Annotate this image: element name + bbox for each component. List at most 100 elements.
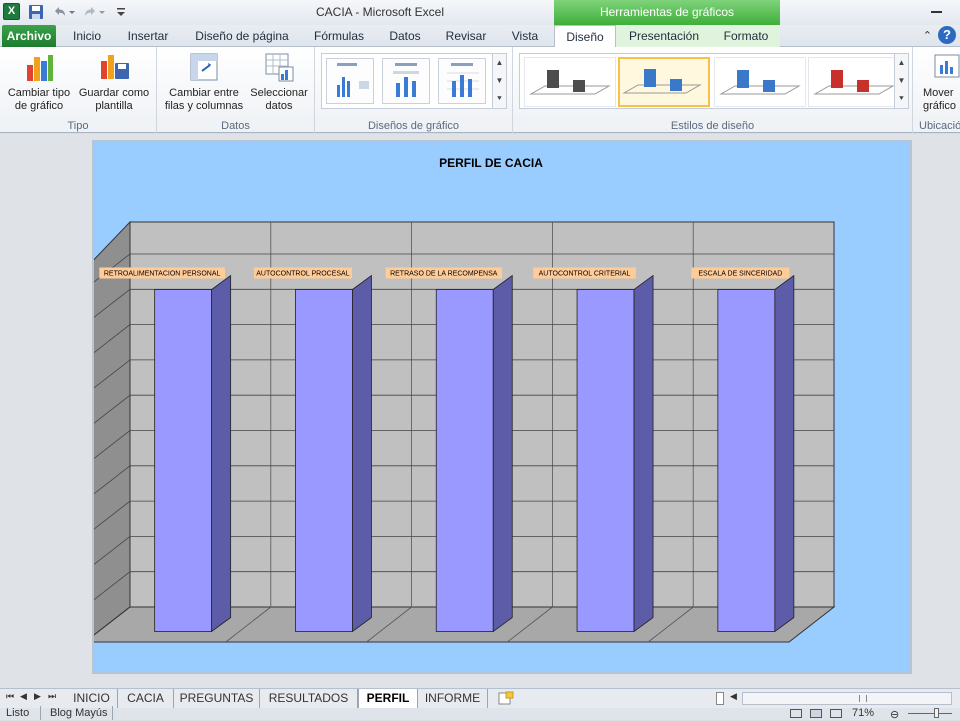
save-icon[interactable]	[28, 4, 44, 20]
group-datos: Cambiar entre filas y columnas Seleccion…	[157, 47, 315, 133]
tab-archivo[interactable]: Archivo	[2, 25, 56, 47]
redo-icon[interactable]	[82, 4, 98, 20]
collapse-ribbon-icon[interactable]: ⌃	[923, 29, 932, 42]
sheet-tab-informe[interactable]: INFORME	[418, 689, 488, 708]
scroll-left-icon[interactable]: ◀	[730, 691, 737, 702]
next-sheet-icon[interactable]: ▶	[34, 691, 41, 702]
switch-row-column-button[interactable]: Cambiar entre filas y columnas	[161, 51, 247, 113]
sheet-tab-resultados[interactable]: RESULTADOS	[260, 689, 358, 708]
chart-styles-scroll[interactable]: ▲ ▼ ⯆	[894, 54, 908, 108]
chart-style-dark[interactable]	[524, 57, 616, 107]
sheet-tab-inicio[interactable]: INICIO	[66, 689, 118, 708]
side-wall[interactable]	[94, 220, 131, 642]
bar-front[interactable]	[435, 289, 494, 632]
group-chart-layouts: ▲ ▼ ⯆ Diseños de gráfico	[315, 47, 513, 133]
select-data-button[interactable]: Seleccionar datos	[247, 51, 311, 113]
save-as-template-button[interactable]: Guardar como plantilla	[76, 51, 152, 113]
zoom-level[interactable]: 71%	[852, 707, 874, 719]
tab-datos[interactable]: Datos	[382, 25, 428, 47]
prev-sheet-icon[interactable]: ◀	[20, 691, 27, 702]
insert-sheet-icon[interactable]	[498, 691, 514, 706]
chart-layout-1[interactable]	[326, 58, 374, 104]
chart-title[interactable]: PERFIL DE CACIA	[439, 156, 543, 170]
select-data-icon	[265, 53, 294, 82]
data-label[interactable]: RETRASO DE LA RECOMPENSA	[390, 271, 498, 278]
ribbon: Cambiar tipo de gráfico Guardar como pla…	[0, 47, 960, 133]
chart-style-blue-selected[interactable]	[618, 57, 710, 107]
excel-app-icon[interactable]: X	[3, 3, 20, 20]
tab-inicio[interactable]: Inicio	[64, 25, 110, 47]
chart-layouts-scroll[interactable]: ▲ ▼ ⯆	[492, 54, 506, 108]
change-chart-type-line1: Cambiar tipo	[7, 87, 71, 99]
group-tipo-label: Tipo	[67, 120, 89, 132]
chart-style-blue[interactable]	[714, 57, 806, 107]
tab-formulas[interactable]: Fórmulas	[306, 25, 372, 47]
data-label[interactable]: ESCALA DE SINCERIDAD	[698, 271, 782, 278]
scroll-thumb-grip[interactable]	[859, 695, 867, 702]
data-label[interactable]: AUTOCONTROL CRITERIAL	[539, 271, 631, 278]
customize-qat-icon[interactable]	[116, 4, 126, 20]
help-icon[interactable]: ?	[938, 26, 956, 44]
save-as-template-line2: plantilla	[95, 100, 133, 112]
page-layout-view-icon[interactable]	[810, 709, 822, 718]
tab-vista[interactable]: Vista	[504, 25, 546, 47]
tab-split-handle[interactable]	[716, 692, 724, 705]
bar-side[interactable]	[633, 274, 654, 633]
chart-layout-3[interactable]	[438, 58, 486, 104]
group-datos-label: Datos	[221, 120, 250, 132]
data-label[interactable]: AUTOCONTROL PROCESAL	[256, 271, 349, 278]
undo-dropdown-icon[interactable]	[68, 4, 76, 20]
bar-side[interactable]	[774, 274, 795, 633]
chart-tools-title: Herramientas de gráficos	[554, 0, 780, 25]
move-chart-line1: Mover	[923, 87, 954, 99]
change-chart-type-button[interactable]: Cambiar tipo de gráfico	[4, 51, 74, 113]
group-chart-styles-label: Estilos de diseño	[670, 120, 755, 132]
change-chart-type-line2: de gráfico	[14, 100, 64, 112]
chart-layout-2[interactable]	[382, 58, 430, 104]
horizontal-scrollbar[interactable]	[742, 692, 952, 705]
status-blog: Blog Mayús	[50, 707, 108, 719]
sheet-tab-bar: ⏮ ◀ ▶ ⏭ INICIO CACIA PREGUNTAS RESULTADO…	[0, 688, 960, 708]
change-chart-type-icon	[27, 55, 53, 81]
zoom-out-icon[interactable]: ⊖	[890, 708, 899, 721]
chart-style-dark-icon	[529, 70, 611, 95]
save-template-icon	[101, 55, 129, 79]
group-ubicacion: Mover gráfico Ubicació	[913, 47, 960, 133]
data-label[interactable]: RETROALIMENTACION PERSONAL	[104, 271, 221, 278]
sheet-tab-perfil[interactable]: PERFIL	[358, 689, 418, 708]
bar-side[interactable]	[211, 274, 232, 633]
bar-front[interactable]	[717, 289, 776, 632]
bar-side[interactable]	[352, 274, 372, 633]
tab-formato[interactable]: Formato	[714, 25, 778, 47]
normal-view-icon[interactable]	[790, 709, 802, 718]
first-sheet-icon[interactable]: ⏮	[6, 691, 14, 702]
tab-diseno[interactable]: Diseño	[554, 25, 616, 48]
sheet-tab-preguntas[interactable]: PREGUNTAS	[174, 689, 260, 708]
chart-area[interactable]: PERFIL DE CACIA 00.10.20.30.40.50.60.70.…	[92, 140, 912, 674]
tab-insertar[interactable]: Insertar	[120, 25, 176, 47]
page-break-view-icon[interactable]	[830, 709, 842, 718]
tab-revisar[interactable]: Revisar	[440, 25, 492, 47]
sheet-tab-cacia[interactable]: CACIA	[118, 689, 174, 708]
bar-front[interactable]	[154, 289, 213, 632]
worksheet-area[interactable]: PERFIL DE CACIA 00.10.20.30.40.50.60.70.…	[0, 134, 960, 688]
move-chart-button[interactable]: Mover gráfico	[923, 51, 960, 113]
bar-front[interactable]	[295, 289, 353, 632]
tab-diseno-pagina[interactable]: Diseño de página	[188, 25, 296, 47]
chart-layout-3-icon	[447, 63, 479, 97]
zoom-slider[interactable]	[908, 713, 952, 714]
column-chart-3d[interactable]: PERFIL DE CACIA 00.10.20.30.40.50.60.70.…	[94, 142, 910, 672]
tab-presentacion[interactable]: Presentación	[624, 25, 704, 47]
last-sheet-icon[interactable]: ⏭	[48, 691, 56, 702]
zoom-slider-thumb[interactable]	[934, 708, 939, 718]
bar-side[interactable]	[492, 274, 513, 633]
chart-style-red[interactable]	[808, 57, 900, 107]
chart-style-blue-selected-icon	[622, 69, 702, 94]
status-bar: Listo Blog Mayús 71% ⊖	[0, 706, 960, 721]
redo-dropdown-icon[interactable]	[98, 4, 106, 20]
undo-icon[interactable]	[52, 4, 68, 20]
chart-layout-1-icon	[337, 63, 369, 97]
bar-front[interactable]	[576, 289, 635, 632]
minimize-button[interactable]	[931, 11, 942, 13]
status-divider-2	[112, 706, 113, 720]
